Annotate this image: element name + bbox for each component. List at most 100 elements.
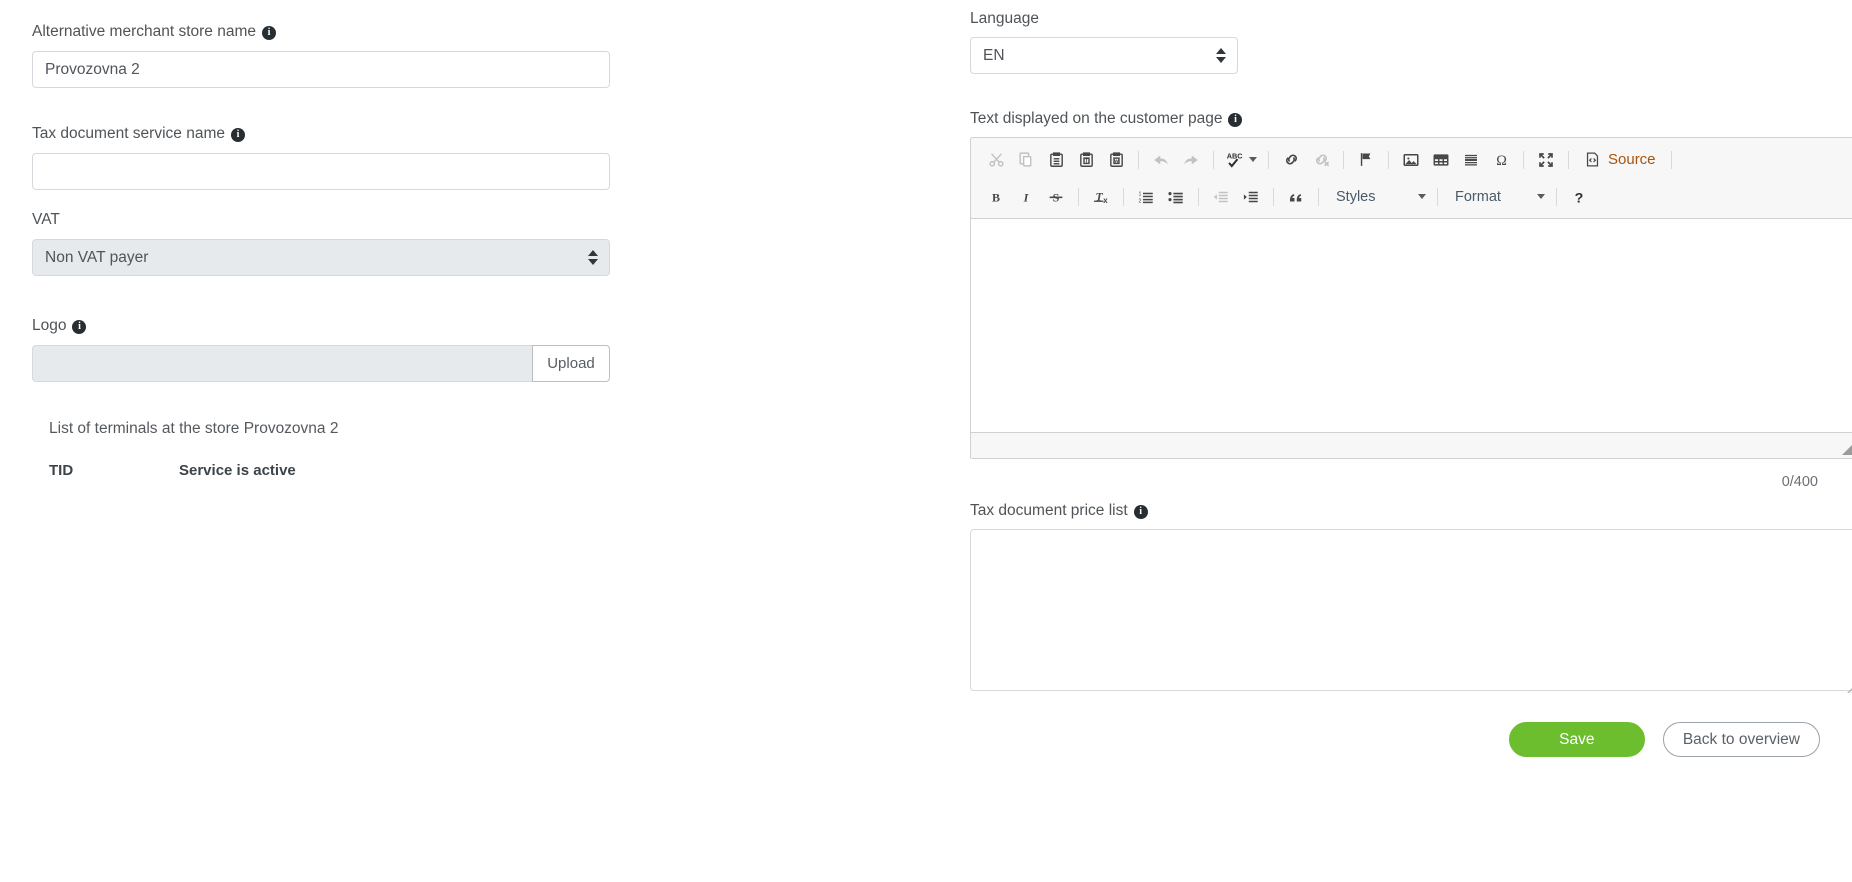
spellcheck-dropdown-icon[interactable] bbox=[1249, 157, 1257, 162]
label-text: Logo bbox=[32, 317, 67, 334]
toolbar-separator bbox=[1138, 150, 1139, 169]
terminals-title: List of terminals at the store Provozovn… bbox=[49, 420, 339, 437]
label-logo: Logo i bbox=[32, 316, 950, 336]
field-tax-document-price-list: Tax document price list i bbox=[970, 502, 1852, 696]
indent-icon[interactable] bbox=[1236, 184, 1266, 210]
source-button-label: Source bbox=[1608, 151, 1656, 168]
label-text: Tax document price list bbox=[970, 502, 1128, 519]
unlink-icon[interactable] bbox=[1306, 147, 1336, 173]
bold-icon[interactable]: B bbox=[981, 184, 1011, 210]
strikethrough-icon[interactable]: S bbox=[1041, 184, 1071, 210]
alternative-merchant-store-name-input[interactable] bbox=[32, 51, 610, 88]
toolbar-separator bbox=[1268, 150, 1269, 169]
italic-icon[interactable]: I bbox=[1011, 184, 1041, 210]
label-customer-page-text: Text displayed on the customer page i bbox=[970, 110, 1820, 128]
editor-content-area[interactable] bbox=[971, 219, 1852, 432]
special-char-icon[interactable]: Ω bbox=[1486, 147, 1516, 173]
link-icon[interactable] bbox=[1276, 147, 1306, 173]
terminals-column-tid: TID bbox=[49, 462, 74, 479]
anchor-flag-icon[interactable] bbox=[1351, 147, 1381, 173]
tax-document-price-list-textarea[interactable] bbox=[970, 529, 1852, 691]
label-alternative-merchant-store-name: Alternative merchant store name i bbox=[32, 22, 950, 42]
svg-text:1: 1 bbox=[1139, 191, 1142, 197]
blockquote-icon[interactable] bbox=[1281, 184, 1311, 210]
terminals-table-header-row: TID Service is active bbox=[49, 462, 519, 485]
cut-icon[interactable] bbox=[981, 147, 1011, 173]
svg-text:2: 2 bbox=[1139, 198, 1142, 204]
label-vat: VAT bbox=[32, 210, 950, 230]
field-logo: Logo i Upload bbox=[32, 316, 950, 382]
redo-icon[interactable] bbox=[1176, 147, 1206, 173]
logo-upload-button[interactable]: Upload bbox=[532, 345, 610, 382]
editor-footer bbox=[971, 432, 1852, 458]
styles-dropdown[interactable]: Styles bbox=[1326, 184, 1430, 210]
form-actions: Save Back to overview bbox=[970, 722, 1820, 757]
image-icon[interactable] bbox=[1396, 147, 1426, 173]
remove-format-icon[interactable]: T x bbox=[1086, 184, 1116, 210]
styles-dropdown-label: Styles bbox=[1336, 188, 1376, 205]
toolbar-separator bbox=[1123, 187, 1124, 206]
label-tax-document-service-name: Tax document service name i bbox=[32, 124, 950, 144]
info-icon[interactable]: i bbox=[1228, 113, 1243, 127]
merchant-store-settings-page: Alternative merchant store name i Tax do… bbox=[0, 0, 1852, 882]
format-dropdown[interactable]: Format bbox=[1445, 184, 1549, 210]
info-icon[interactable]: i bbox=[230, 128, 245, 142]
table-icon[interactable] bbox=[1426, 147, 1456, 173]
svg-text:W: W bbox=[1114, 159, 1119, 164]
toolbar-separator bbox=[1388, 150, 1389, 169]
maximize-icon[interactable] bbox=[1531, 147, 1561, 173]
undo-icon[interactable] bbox=[1146, 147, 1176, 173]
svg-text:ABC: ABC bbox=[1227, 152, 1244, 161]
toolbar-separator bbox=[1523, 150, 1524, 169]
bulleted-list-icon[interactable] bbox=[1161, 184, 1191, 210]
field-language: Language EN bbox=[970, 10, 1820, 74]
copy-icon[interactable] bbox=[1011, 147, 1041, 173]
toolbar-separator bbox=[1273, 187, 1274, 206]
label-text: Text displayed on the customer page bbox=[970, 110, 1223, 127]
right-column: Language EN Text displayed on the custom… bbox=[950, 0, 1852, 757]
format-dropdown-label: Format bbox=[1455, 188, 1501, 205]
language-select-value: EN bbox=[970, 37, 1238, 74]
logo-file-field[interactable] bbox=[32, 345, 532, 382]
help-button[interactable]: ? bbox=[1564, 184, 1594, 210]
toolbar-separator bbox=[1437, 187, 1438, 206]
paste-icon[interactable] bbox=[1041, 147, 1071, 173]
toolbar-separator bbox=[1343, 150, 1344, 169]
left-column: Alternative merchant store name i Tax do… bbox=[0, 0, 950, 485]
vat-select[interactable]: Non VAT payer bbox=[32, 239, 610, 276]
numbered-list-icon[interactable]: 1 2 bbox=[1131, 184, 1161, 210]
tax-document-price-list-wrapper bbox=[970, 529, 1852, 696]
label-text: VAT bbox=[32, 211, 60, 228]
source-document-icon bbox=[1586, 152, 1599, 167]
label-text: Language bbox=[970, 10, 1039, 27]
field-customer-page-text: Text displayed on the customer page i T … bbox=[970, 110, 1852, 490]
chevron-down-icon bbox=[1418, 194, 1426, 199]
paste-text-icon[interactable]: T bbox=[1071, 147, 1101, 173]
editor-resize-handle[interactable] bbox=[1842, 444, 1852, 455]
field-tax-document-service-name: Tax document service name i bbox=[32, 124, 950, 190]
source-button[interactable]: Source bbox=[1576, 147, 1664, 173]
back-to-overview-button[interactable]: Back to overview bbox=[1662, 722, 1820, 757]
svg-text:Ω: Ω bbox=[1496, 153, 1507, 169]
outdent-icon[interactable] bbox=[1206, 184, 1236, 210]
svg-text:?: ? bbox=[1575, 190, 1584, 206]
terminals-section: List of terminals at the store Provozovn… bbox=[32, 420, 950, 485]
info-icon[interactable]: i bbox=[1133, 505, 1148, 519]
save-button[interactable]: Save bbox=[1508, 722, 1645, 757]
toolbar-separator bbox=[1670, 150, 1672, 169]
paste-word-icon[interactable]: W bbox=[1101, 147, 1131, 173]
vat-select-value: Non VAT payer bbox=[32, 239, 610, 276]
tax-document-service-name-input[interactable] bbox=[32, 153, 610, 190]
label-text: Alternative merchant store name bbox=[32, 23, 256, 40]
toolbar-separator bbox=[1556, 187, 1557, 206]
rich-text-editor: T W ABC Ω Source B I T x 1 2 Styles Form… bbox=[970, 137, 1852, 459]
info-icon[interactable]: i bbox=[72, 320, 87, 334]
label-tax-document-price-list: Tax document price list i bbox=[970, 502, 1820, 520]
spellcheck-icon[interactable]: ABC bbox=[1221, 147, 1251, 173]
chevron-down-icon bbox=[1537, 194, 1545, 199]
language-select[interactable]: EN bbox=[970, 37, 1238, 74]
field-alternative-merchant-store-name: Alternative merchant store name i bbox=[32, 22, 950, 88]
label-text: Tax document service name bbox=[32, 125, 225, 142]
horizontal-rule-icon[interactable] bbox=[1456, 147, 1486, 173]
info-icon[interactable]: i bbox=[262, 26, 276, 40]
